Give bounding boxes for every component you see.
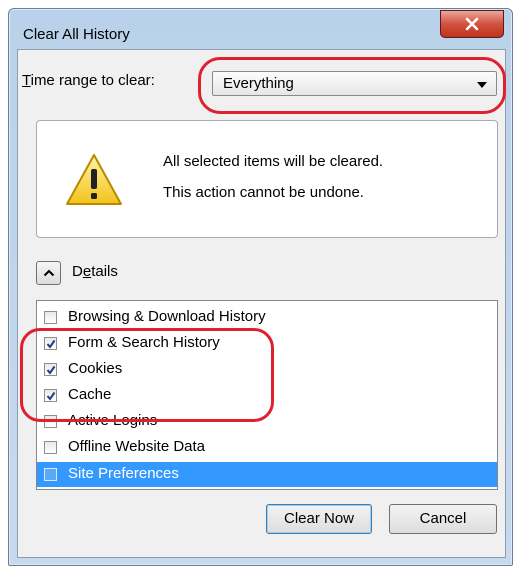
list-item-label: Cache — [68, 386, 112, 403]
checkbox-site-preferences[interactable] — [44, 468, 57, 481]
list-item-cookies[interactable]: Cookies — [37, 357, 497, 382]
list-item-offline-website-data[interactable]: Offline Website Data — [37, 435, 497, 460]
history-items-list[interactable]: Browsing & Download History Form & Searc… — [36, 300, 498, 490]
list-item-active-logins[interactable]: Active Logins — [37, 409, 497, 434]
time-range-selected-value: Everything — [223, 75, 294, 92]
list-item-cache[interactable]: Cache — [37, 383, 497, 408]
list-item-form-search-history[interactable]: Form & Search History — [37, 331, 497, 356]
time-range-dropdown[interactable]: Everything — [212, 71, 497, 96]
warning-text-line1: All selected items will be cleared. — [163, 153, 384, 170]
list-item-label: Browsing & Download History — [68, 308, 266, 325]
checkbox-active-logins[interactable] — [44, 415, 57, 428]
chevron-down-icon — [477, 82, 487, 88]
list-item-label: Form & Search History — [68, 334, 220, 351]
window-title: Clear All History — [23, 26, 130, 43]
checkbox-cache[interactable] — [44, 389, 57, 402]
close-button[interactable] — [440, 10, 504, 38]
warning-text-line2: This action cannot be undone. — [163, 184, 364, 201]
details-label: Details — [72, 263, 118, 280]
checkmark-icon — [46, 365, 55, 375]
checkmark-icon — [46, 339, 55, 349]
list-item-label: Offline Website Data — [68, 438, 206, 455]
title-bar[interactable]: Clear All History — [9, 9, 512, 49]
warning-panel: All selected items will be cleared. This… — [36, 120, 498, 238]
time-range-label: Time range to clear: — [22, 72, 155, 89]
list-item-label: Cookies — [68, 360, 123, 377]
cancel-button[interactable]: Cancel — [389, 504, 497, 534]
checkbox-form-search-history[interactable] — [44, 337, 57, 350]
checkmark-icon — [46, 391, 55, 401]
checkbox-cookies[interactable] — [44, 363, 57, 376]
details-toggle-button[interactable] — [36, 261, 61, 285]
checkbox-browsing-download-history[interactable] — [44, 311, 57, 324]
list-item-site-preferences[interactable]: Site Preferences — [37, 462, 497, 487]
close-icon — [465, 17, 479, 31]
clear-now-button[interactable]: Clear Now — [266, 504, 372, 534]
chevron-up-icon — [43, 269, 54, 277]
list-item-browsing-download-history[interactable]: Browsing & Download History — [37, 305, 497, 330]
list-item-label: Active Logins — [68, 412, 158, 429]
warning-icon — [66, 154, 122, 205]
list-item-label: Site Preferences — [68, 465, 179, 482]
checkbox-offline-website-data[interactable] — [44, 441, 57, 454]
